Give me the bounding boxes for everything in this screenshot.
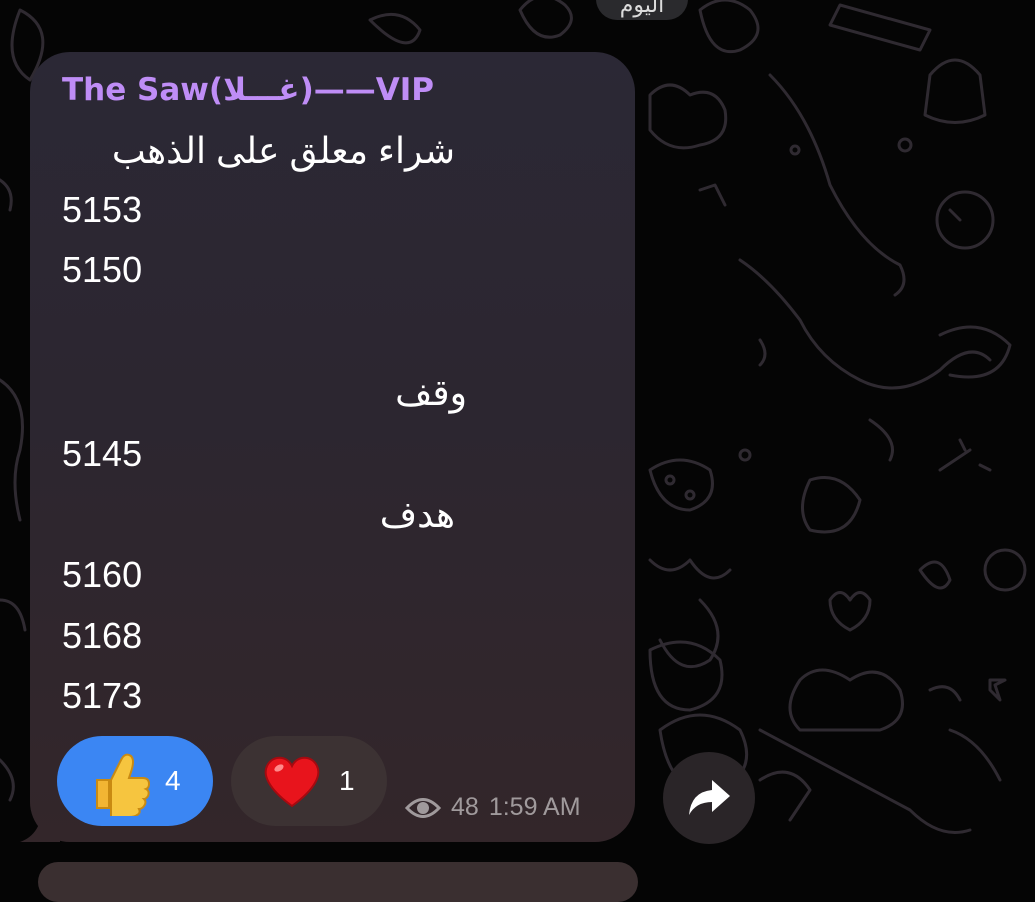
next-message-bubble[interactable]	[38, 862, 638, 902]
thumbs-up-count: 4	[165, 765, 181, 796]
forward-arrow-icon	[689, 780, 730, 815]
reaction-heart[interactable]: 1	[231, 736, 387, 826]
message-line-target-label: هدف	[379, 494, 455, 535]
heart-icon	[264, 756, 320, 808]
eye-icon	[405, 797, 441, 818]
message-line-stop-label: وقف	[395, 372, 467, 413]
sender-name[interactable]: The Saw(غـــلا)——VIP	[62, 72, 434, 108]
view-count: 48	[451, 793, 479, 821]
message-meta: 48 1:59 AM	[405, 793, 581, 822]
message-bubble[interactable]: The Saw(غـــلا)——VIP شراء معلق على الذهب…	[30, 52, 635, 842]
message-line-stop-value: 5145	[62, 433, 143, 474]
message-line-entry-1: 5153	[62, 189, 143, 230]
date-label: اليوم	[619, 0, 665, 18]
message-line-entry-2: 5150	[62, 249, 143, 290]
message-line-target-3: 5173	[62, 675, 143, 716]
forward-button[interactable]	[663, 752, 755, 844]
heart-count: 1	[339, 765, 355, 796]
message-line-target-2: 5168	[62, 615, 143, 656]
date-header-pill: اليوم	[596, 0, 688, 20]
reaction-thumbs-up[interactable]: 4	[57, 736, 213, 826]
thumbs-up-icon	[96, 753, 151, 816]
message-line-order: شراء معلق على الذهب	[111, 130, 455, 171]
message-line-target-1: 5160	[62, 554, 143, 595]
message-time: 1:59 AM	[488, 793, 581, 821]
